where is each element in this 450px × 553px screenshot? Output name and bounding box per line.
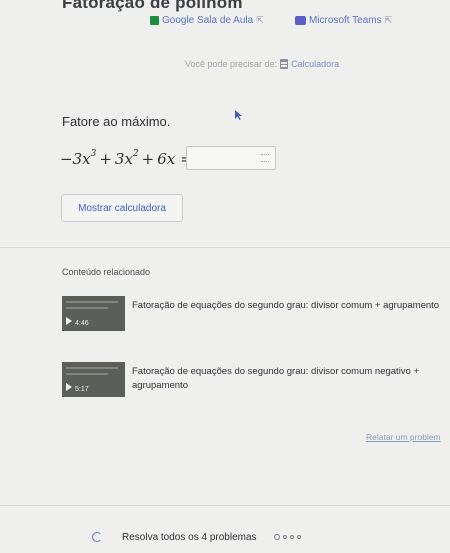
microsoft-teams-label: Microsoft Teams [309,15,382,26]
play-icon [66,383,72,391]
question-prompt: Fatore ao máximo. [62,114,171,129]
google-classroom-label: Google Sala de Aula [162,15,254,26]
report-problem-link[interactable]: Relatar um problem [366,432,441,442]
thumbnail-scribble [66,301,118,303]
refresh-icon[interactable] [92,532,102,542]
calculator-note: Você pode precisar de: Calculadora [185,59,339,69]
solve-all-text: Resolva todos os 4 problemas [122,531,257,543]
external-link-icon: ⇱ [256,15,264,25]
play-icon [66,317,72,325]
footer-bar: Resolva todos os 4 problemas [92,527,301,547]
progress-indicator [273,534,301,540]
footer-divider [0,505,450,506]
external-link-icon: ⇱ [384,15,393,25]
section-divider [0,247,450,248]
video-duration: 4:46 [75,320,89,327]
related-video[interactable]: 4:46 Fatoração de equações do segundo gr… [62,296,450,336]
video-title[interactable]: Fatoração de equações do segundo grau: d… [132,299,450,313]
thumbnail-scribble [66,367,118,369]
video-title[interactable]: Fatoração de equações do segundo grau: d… [132,365,450,393]
answer-input[interactable] [186,146,276,170]
related-content-heading: Conteúdo relacionado [62,267,151,277]
video-duration: 5:17 [75,386,89,393]
related-video[interactable]: 5:17 Fatoração de equações do segundo gr… [62,362,450,402]
exercise-title: Fatoração de polinôm [62,0,243,12]
progress-dot [273,534,280,540]
video-thumbnail[interactable]: 5:17 [62,362,125,397]
progress-dot [289,535,294,539]
teams-icon [295,16,306,25]
exercise-page: Fatoração de polinôm Google Sala de Aula… [0,0,450,553]
calculator-note-prefix: Você pode precisar de: [185,59,278,69]
progress-dot [282,535,287,539]
thumbnail-scribble [66,307,108,309]
thumbnail-scribble [66,373,108,375]
microsoft-teams-link[interactable]: Microsoft Teams ⇱ [295,15,392,26]
google-classroom-icon [150,16,159,25]
show-calculator-button[interactable]: Mostrar calculadora [61,194,183,222]
keyboard-icon[interactable] [261,154,269,162]
google-classroom-link[interactable]: Google Sala de Aula ⇱ [150,15,264,26]
progress-dot [296,535,301,539]
cursor-icon [235,110,242,120]
share-links-row: Google Sala de Aula ⇱ Microsoft Teams ⇱ [0,15,450,31]
polynomial-expression: −3x3 + 3x2 + 6x = [60,149,193,168]
calculator-icon [280,59,289,69]
calculator-link[interactable]: Calculadora [291,59,339,69]
video-thumbnail[interactable]: 4:46 [62,296,125,331]
